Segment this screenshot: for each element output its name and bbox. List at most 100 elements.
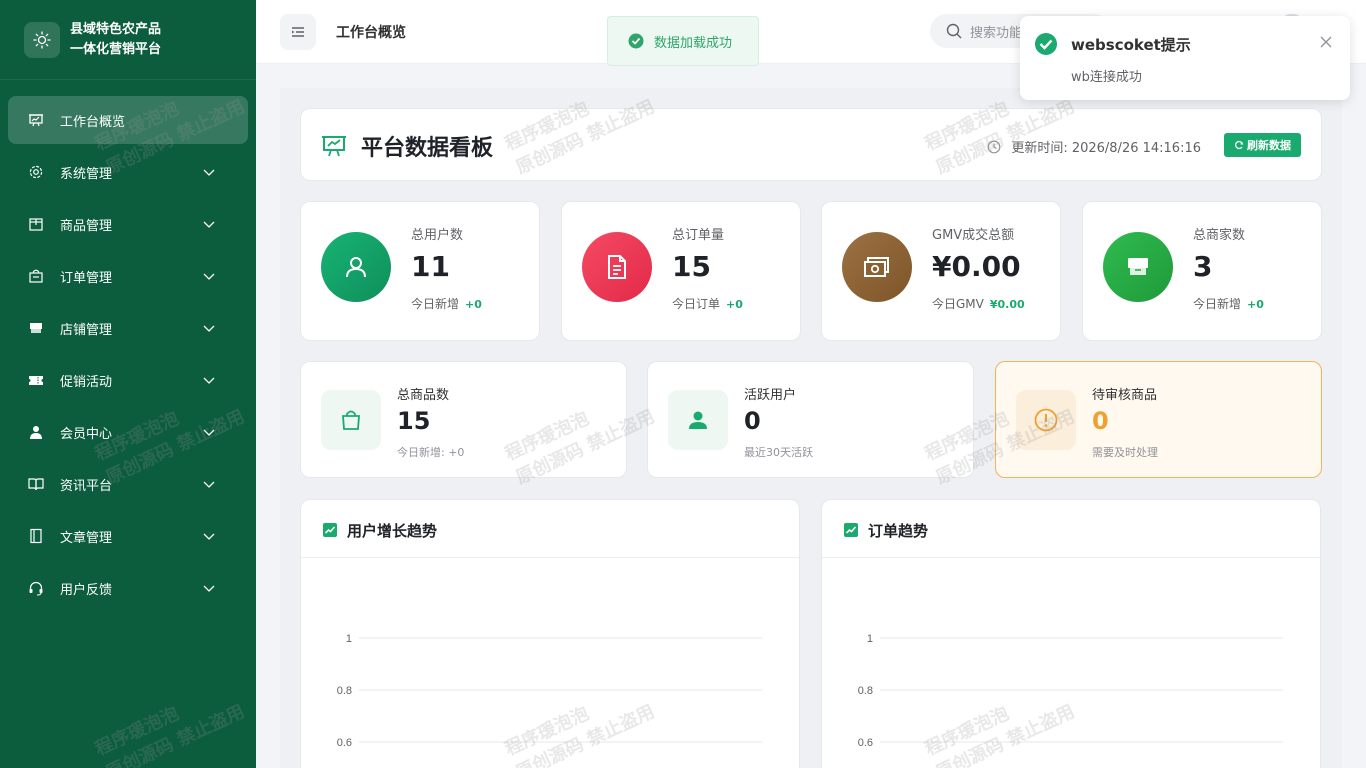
sidebar-item-label: 会员中心: [60, 426, 113, 442]
main-content: 平台数据看板 更新时间: 2026/8/26 14:16:16 刷新数据 总用户…: [280, 88, 1342, 768]
chart-title: 订单趋势: [868, 522, 929, 540]
ticket-icon: [28, 372, 44, 388]
sidebar-item-label: 文章管理: [60, 530, 113, 546]
stat-card-merchants: 总商家数 3 今日新增 +0: [1082, 201, 1322, 341]
y-tick-label: 0.6: [858, 737, 873, 749]
stat-sub-value: +0: [1247, 298, 1264, 311]
dashboard-board-icon: [322, 136, 346, 157]
stat-value: 15: [397, 407, 431, 435]
stat-label: 总订单量: [672, 228, 725, 243]
notebook-icon: [28, 528, 44, 544]
stat-card-products: 总商品数 15 今日新增: +0: [300, 361, 627, 478]
user-icon: [321, 232, 391, 302]
refresh-button[interactable]: 刷新数据: [1224, 133, 1301, 157]
bag-icon: [28, 268, 44, 284]
stat-value: 0: [744, 407, 761, 435]
y-tick-label: 0.8: [337, 685, 352, 697]
chevron-down-icon: [203, 585, 215, 592]
sidebar-item-system[interactable]: 系统管理: [8, 148, 248, 196]
chevron-down-icon: [203, 325, 215, 332]
stat-label: 总商品数: [397, 388, 450, 403]
sidebar-item-label: 商品管理: [60, 218, 113, 234]
sidebar-item-label: 资讯平台: [60, 478, 113, 494]
close-icon[interactable]: [1320, 36, 1332, 48]
user-icon: [668, 390, 728, 450]
stat-card-users: 总用户数 11 今日新增 +0: [300, 201, 540, 341]
clock-icon: [987, 140, 1001, 153]
stat-sub-label: 今日新增: [1193, 297, 1242, 311]
sidebar-item-feedback[interactable]: 用户反馈: [8, 564, 248, 612]
stat-value: 0: [1092, 407, 1109, 435]
stat-sub: 需要及时处理: [1092, 446, 1158, 459]
dashboard-title: 平台数据看板: [361, 136, 494, 161]
search-icon: [946, 23, 962, 39]
notification-message: wb连接成功: [1071, 70, 1142, 85]
stat-sub: 今日订单 +0: [672, 295, 743, 312]
menu-fold-icon: [292, 27, 304, 37]
sidebar-item-orders[interactable]: 订单管理: [8, 252, 248, 300]
sidebar-item-dashboard[interactable]: 工作台概览: [8, 96, 248, 144]
user-icon: [28, 424, 44, 440]
stat-sub: 今日新增: +0: [397, 446, 465, 459]
success-toast: 数据加载成功: [607, 16, 759, 66]
stat-value: ¥0.00: [932, 250, 1021, 283]
notification-title: webscoket提示: [1071, 36, 1191, 54]
toast-text: 数据加载成功: [654, 35, 733, 51]
brand-title-line2: 一体化营销平台: [70, 41, 162, 57]
sidebar-menu: 工作台概览 系统管理 商品管理 订单管理 店铺管理 促销活动 会员中心 资讯平台…: [0, 80, 256, 612]
headset-icon: [28, 580, 44, 596]
search-placeholder: 搜索功能: [970, 25, 1023, 41]
refresh-icon: [1235, 140, 1244, 150]
stat-sub: 最近30天活跃: [744, 446, 813, 459]
stat-value: 3: [1193, 250, 1213, 283]
stat-sub-label: 今日订单: [672, 297, 721, 311]
chevron-down-icon: [203, 273, 215, 280]
stat-label: 待审核商品: [1092, 388, 1158, 403]
chevron-down-icon: [203, 221, 215, 228]
stat-card-orders: 总订单量 15 今日订单 +0: [561, 201, 801, 341]
sidebar-item-members[interactable]: 会员中心: [8, 408, 248, 456]
y-tick-label: 0.6: [337, 737, 352, 749]
brand-title-line1: 县域特色农产品: [70, 21, 162, 37]
stat-label: 活跃用户: [744, 388, 797, 403]
sidebar-item-promotions[interactable]: 促销活动: [8, 356, 248, 404]
stat-value: 15: [672, 250, 711, 283]
sidebar-item-label: 工作台概览: [60, 114, 126, 130]
chevron-down-icon: [203, 169, 215, 176]
websocket-notification: webscoket提示 wb连接成功: [1020, 16, 1350, 100]
sidebar-item-label: 系统管理: [60, 166, 113, 182]
shop-icon: [1103, 232, 1173, 302]
y-tick-label: 0.8: [858, 685, 873, 697]
menu-toggle-button[interactable]: [280, 14, 316, 50]
sidebar-item-label: 促销活动: [60, 374, 113, 390]
trend-chart-icon: [323, 523, 337, 537]
chevron-down-icon: [203, 377, 215, 384]
y-tick-label: 1: [867, 633, 873, 645]
box-icon: [28, 216, 44, 232]
sidebar: 县域特色农产品 一体化营销平台 工作台概览 系统管理 商品管理 订单管理 店铺管…: [0, 0, 256, 768]
sidebar-item-products[interactable]: 商品管理: [8, 200, 248, 248]
stat-sub-label: 今日新增: [411, 297, 460, 311]
stat-sub-label: 今日GMV: [932, 297, 984, 311]
monitor-icon: [28, 112, 44, 128]
sidebar-item-articles[interactable]: 文章管理: [8, 512, 248, 560]
chevron-down-icon: [203, 533, 215, 540]
trend-chart-icon: [844, 523, 858, 537]
stat-value: 11: [411, 250, 450, 283]
warning-icon: [1016, 390, 1076, 450]
stat-label: 总商家数: [1193, 228, 1246, 243]
stat-sub: 今日GMV ¥0.00: [932, 295, 1025, 312]
shop-icon: [28, 320, 44, 336]
money-icon: [842, 232, 912, 302]
stat-sub-value: +0: [726, 298, 743, 311]
stat-card-active-users: 活跃用户 0 最近30天活跃: [647, 361, 974, 478]
sidebar-item-label: 店铺管理: [60, 322, 113, 338]
stat-card-pending-review: 待审核商品 0 需要及时处理: [995, 361, 1322, 478]
sidebar-item-news[interactable]: 资讯平台: [8, 460, 248, 508]
order-trend-plot: 1 0.8 0.6: [858, 633, 1283, 749]
stat-sub: 今日新增 +0: [411, 295, 482, 312]
sidebar-item-shops[interactable]: 店铺管理: [8, 304, 248, 352]
update-time: 更新时间: 2026/8/26 14:16:16: [987, 137, 1201, 156]
stat-sub-value: ¥0.00: [989, 298, 1025, 311]
stat-label: 总用户数: [411, 228, 464, 243]
